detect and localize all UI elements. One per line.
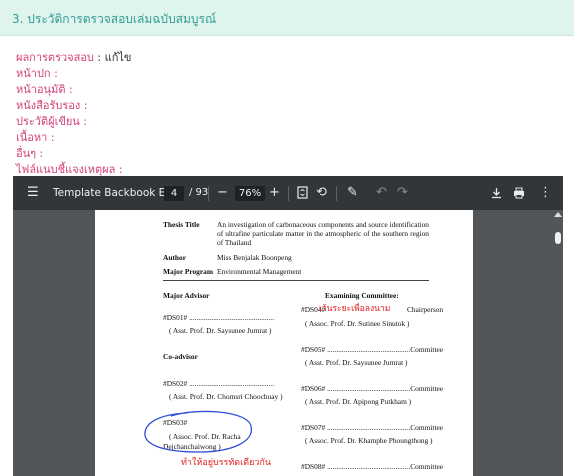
scrollbar-thumb[interactable] [555, 232, 561, 244]
pen-icon[interactable]: ✎ [347, 176, 358, 210]
signatory-name: ( Asst. Prof. Dr. Chomsri Choochuay ) [169, 392, 283, 401]
menu-icon[interactable]: ☰ [27, 176, 39, 210]
page-rule [163, 280, 429, 281]
rotate-icon[interactable]: ⟲ [316, 176, 327, 210]
fit-page-icon[interactable] [297, 176, 308, 210]
document-title: Template Backbook Eng [53, 187, 179, 199]
co-advisor-heading: Co-advisor [163, 352, 198, 361]
download-icon[interactable] [491, 176, 502, 210]
page-total: / 93 [189, 187, 209, 198]
undo-icon[interactable]: ↶ [376, 176, 387, 210]
pdf-viewer[interactable]: ☰ Template Backbook Eng 4 / 93 − 76% + ⟲… [13, 176, 563, 476]
spacing-note-annotation: เว้นระยะเพื่อลงนาม [319, 304, 391, 314]
plus-icon[interactable]: + [269, 176, 280, 210]
pdf-page: Thesis Title An investigation of carbona… [95, 210, 473, 476]
signatory-name: ( Assoc. Prof. Dr. Khamphe Phoungthong ) [305, 436, 433, 445]
committee-role: Chairperson [407, 305, 444, 314]
thesis-title-text: An investigation of carbonaceous compone… [217, 220, 429, 247]
program-value: Environmental Management [217, 267, 302, 276]
signatory-name: ( Assoc. Prof. Dr. Sutinee Sinutok ) [305, 319, 410, 328]
toolbar-divider [288, 186, 289, 201]
author-value: Miss Benjalak Boonpeng [217, 253, 292, 262]
signature-line-ds06: #DS06# .................................… [301, 384, 444, 393]
section-header: 3. ประวัติการตรวจสอบเล่มฉบับสมบูรณ์ [0, 0, 574, 36]
section-title: 3. ประวัติการตรวจสอบเล่มฉบับสมบูรณ์ [12, 12, 217, 26]
committee-heading: Examining Committee: [325, 291, 399, 300]
pdf-toolbar: ☰ Template Backbook Eng 4 / 93 − 76% + ⟲… [13, 176, 563, 210]
thesis-title-label: Thesis Title [163, 220, 200, 229]
same-line-note-annotation: ทำให้อยู่บรรทัดเดียวกัน [181, 458, 271, 468]
scroll-up-icon[interactable] [554, 212, 562, 217]
signature-line-ds02: #DS02# .................................… [163, 379, 275, 388]
toolbar-divider [208, 186, 209, 201]
signatory-name: ( Asst. Prof. Dr. Saysunee Jumrat ) [169, 326, 272, 335]
signature-line-ds07: #DS07# .................................… [301, 423, 444, 432]
more-vert-icon[interactable]: ⋮ [539, 176, 552, 210]
minus-icon[interactable]: − [217, 176, 228, 210]
toolbar-divider [336, 186, 337, 201]
signatory-name: ( Asst. Prof. Dr. Saysunee Jumrat ) [305, 358, 408, 367]
signature-line-ds01: #DS01# .................................… [163, 313, 275, 322]
redo-icon[interactable]: ↷ [397, 176, 408, 210]
result-label: ผลการตรวจสอบ [16, 51, 94, 64]
page-number-input[interactable]: 4 [164, 186, 184, 201]
signatory-name: ( Asst. Prof. Dr. Apipong Putkham ) [305, 397, 412, 406]
highlight-circle-annotation [144, 410, 252, 453]
signature-line-ds05: #DS05# .................................… [301, 345, 444, 354]
author-label: Author [163, 253, 186, 262]
zoom-input[interactable]: 76% [235, 186, 265, 201]
program-label: Major Program [163, 267, 214, 276]
signature-line-ds08: #DS08# .................................… [301, 462, 444, 471]
scrollbar-track[interactable] [553, 210, 563, 476]
result-value: : แก้ไข [97, 51, 132, 64]
major-advisor-heading: Major Advisor [163, 291, 210, 300]
print-icon[interactable] [513, 176, 525, 210]
